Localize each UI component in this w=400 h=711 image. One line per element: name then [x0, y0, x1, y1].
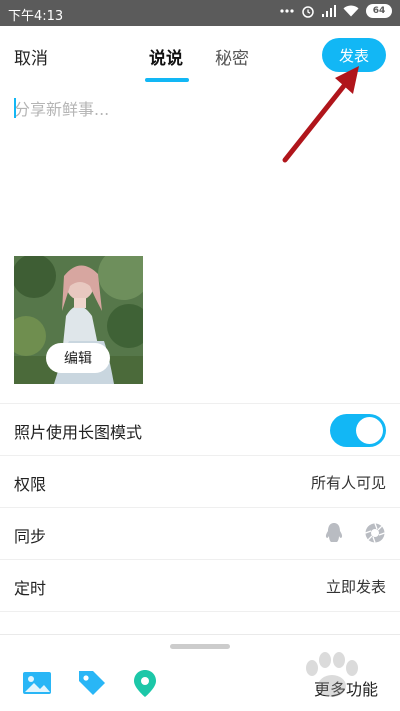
- permission-label: 权限: [14, 475, 47, 494]
- more-dots-icon: [280, 9, 294, 13]
- wifi-icon: [343, 5, 359, 17]
- permission-row[interactable]: 权限 所有人可见: [0, 455, 400, 507]
- battery-icon: 64: [366, 4, 392, 18]
- header: 取消 说说 秘密 发表: [0, 26, 400, 86]
- image-picker-icon[interactable]: [22, 668, 52, 698]
- status-time: 下午4:13: [8, 9, 64, 24]
- schedule-label: 定时: [14, 579, 47, 598]
- compose-input[interactable]: [14, 96, 374, 122]
- text-cursor: [14, 98, 16, 118]
- tab-shuoshuo[interactable]: 说说: [149, 44, 183, 69]
- bottom-toolbar: 更多功能: [0, 668, 400, 704]
- status-icons: 64: [280, 4, 392, 18]
- location-icon[interactable]: [130, 668, 160, 698]
- sync-label: 同步: [14, 527, 47, 546]
- alarm-icon: [302, 6, 314, 18]
- toggle-knob: [356, 417, 383, 444]
- schedule-value[interactable]: 立即发表: [326, 576, 386, 597]
- drag-handle[interactable]: [170, 644, 230, 649]
- cancel-button[interactable]: 取消: [14, 44, 48, 69]
- schedule-row[interactable]: 定时 立即发表: [0, 559, 400, 611]
- photo-thumbnail[interactable]: 编辑: [14, 256, 143, 384]
- qq-penguin-icon[interactable]: [324, 522, 344, 544]
- long-image-toggle[interactable]: [330, 414, 386, 447]
- long-image-row: 照片使用长图模式: [0, 403, 400, 455]
- settings-divider: [0, 611, 400, 612]
- camera-shutter-icon[interactable]: [364, 522, 386, 544]
- tag-icon[interactable]: [77, 668, 107, 698]
- sync-row: 同步: [0, 507, 400, 559]
- active-tab-indicator: [145, 78, 189, 82]
- more-features-button[interactable]: 更多功能: [314, 676, 378, 700]
- bottom-divider: [0, 634, 400, 635]
- permission-value[interactable]: 所有人可见: [311, 472, 386, 493]
- publish-button[interactable]: 发表: [322, 38, 386, 72]
- long-image-label: 照片使用长图模式: [14, 423, 143, 442]
- edit-photo-button[interactable]: 编辑: [46, 343, 110, 373]
- status-bar: 下午4:13 64: [0, 0, 400, 26]
- tab-secret[interactable]: 秘密: [215, 44, 249, 69]
- compose-area[interactable]: [14, 96, 384, 136]
- sync-icons: [324, 522, 386, 544]
- signal-icon: [322, 5, 336, 17]
